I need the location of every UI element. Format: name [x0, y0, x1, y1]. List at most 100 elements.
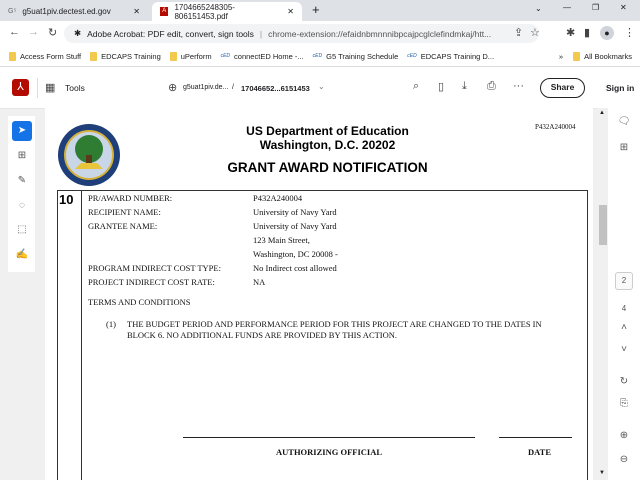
text-recognition-tool-icon[interactable]: ⬚	[12, 220, 32, 240]
date-line	[499, 437, 572, 438]
pen-tool-icon[interactable]: ✎	[12, 171, 32, 191]
address-bar[interactable]: ✱ Adobe Acrobat: PDF edit, convert, sign…	[64, 24, 539, 43]
share-button[interactable]: Share	[540, 78, 585, 98]
bookmark-uperform[interactable]: uPerform	[169, 51, 212, 61]
globe-icon: ⊕	[168, 82, 178, 94]
scrollbar-thumb[interactable]	[599, 205, 607, 245]
folder-icon	[90, 51, 98, 61]
current-page-input[interactable]: 2	[615, 272, 633, 290]
bookmarks-overflow-button[interactable]: »	[559, 52, 563, 61]
field-value: No Indirect cost allowed	[253, 263, 337, 273]
rotate-icon[interactable]: ↻	[608, 376, 640, 387]
tool-rail: ➤ ⊞ ✎ ◌ ⬚ ✍	[8, 116, 35, 272]
file-name[interactable]: 17046652...6151453	[241, 84, 310, 93]
side-panel-icon[interactable]: ▮	[584, 26, 590, 39]
comments-panel-icon[interactable]: 🗨	[608, 116, 640, 127]
sign-in-button[interactable]: Sign in	[606, 83, 634, 93]
browser-toolbar: ← → ↻ ✱ Adobe Acrobat: PDF edit, convert…	[0, 21, 640, 46]
acrobat-logo[interactable]: ⅄	[12, 79, 29, 96]
minimize-button[interactable]: —	[563, 3, 571, 12]
sign-tool-icon[interactable]: ✍	[12, 245, 32, 265]
tab-pdf[interactable]: A 1704665248305-806151453.pdf ✕	[152, 2, 302, 21]
term-number: (1)	[106, 319, 116, 329]
signature-line	[183, 437, 475, 438]
field-value: P432A240004	[253, 193, 303, 203]
ced-icon: cED	[312, 53, 323, 59]
page-fit-icon[interactable]: ⎘	[608, 398, 640, 409]
close-tab-icon[interactable]: ✕	[133, 7, 140, 16]
previous-page-icon[interactable]: ˄	[608, 322, 640, 333]
pdf-icon: A	[160, 7, 169, 16]
bookmark-edcaps-training[interactable]: EDCAPS Training	[90, 51, 161, 61]
field-value: Washington, DC 20008 -	[253, 249, 338, 259]
title-line-2: Washington, D.C. 20202	[259, 138, 396, 152]
close-window-button[interactable]: ✕	[620, 3, 627, 12]
ced-icon: cED	[220, 53, 231, 59]
zoom-in-icon[interactable]: ⊕	[608, 430, 640, 441]
bookmarks-bar: Access Form Stuff EDCAPS Training uPerfo…	[0, 46, 640, 67]
tab-g5[interactable]: G⁵ g5uat1piv.dectest.ed.gov ✕	[0, 2, 148, 21]
divider	[37, 78, 38, 98]
folder-icon	[9, 51, 16, 61]
menu-icon[interactable]: ⋮	[624, 26, 635, 39]
tools-icon[interactable]: ▦	[45, 81, 55, 94]
field-label: RECIPIENT NAME:	[88, 207, 161, 217]
more-icon[interactable]: ···	[513, 80, 524, 92]
forward-icon[interactable]: →	[28, 26, 39, 38]
search-icon[interactable]: ⌕	[413, 80, 419, 93]
tab-search-icon[interactable]: ⌄	[535, 4, 542, 13]
vertical-scrollbar[interactable]	[597, 108, 608, 480]
date-label: DATE	[528, 447, 551, 457]
ced-icon: cED	[407, 53, 417, 59]
field-label: PR/AWARD NUMBER:	[88, 193, 173, 203]
select-tool-icon[interactable]: ➤	[12, 121, 32, 141]
bookmark-g5-training-schedule[interactable]: cED G5 Training Schedule	[313, 52, 399, 61]
next-page-icon[interactable]: ˅	[608, 344, 640, 355]
signature-label: AUTHORIZING OFFICIAL	[276, 447, 383, 457]
back-icon[interactable]: ←	[9, 26, 20, 38]
scroll-down-arrow[interactable]: ▼	[599, 470, 605, 476]
field-value: NA	[253, 277, 266, 287]
scroll-up-arrow[interactable]: ▲	[599, 110, 605, 116]
field-value: University of Navy Yard	[253, 207, 337, 217]
field-label: GRANTEE NAME:	[88, 221, 158, 231]
extension-icon: ✱	[74, 28, 82, 38]
file-site: g5uat1piv.de...	[183, 84, 229, 91]
right-rail: 🗨 ⊞ 2 4 ˄ ˅ ↻ ⎘ ⊕ ⊖	[608, 108, 640, 480]
lasso-tool-icon[interactable]: ◌	[12, 196, 32, 216]
block-number: 10	[59, 192, 74, 207]
field-value: 123 Main Street,	[253, 235, 310, 245]
share-page-icon[interactable]: ⇪	[514, 26, 523, 39]
restore-button[interactable]: ❐	[592, 3, 599, 12]
extensions-icon[interactable]: ✱	[566, 26, 575, 39]
download-icon[interactable]: ⤓	[462, 80, 467, 93]
bookmark-access-form-stuff[interactable]: Access Form Stuff	[9, 51, 81, 61]
doc-title: US Department of Education Washington, D…	[120, 124, 535, 152]
close-tab-icon[interactable]: ✕	[287, 7, 294, 16]
bookmark-star-icon[interactable]: ☆	[530, 26, 540, 39]
tab-bar: G⁵ g5uat1piv.dectest.ed.gov ✕ A 17046652…	[0, 0, 640, 21]
block-number-column	[57, 190, 82, 480]
doc-heading: GRANT AWARD NOTIFICATION	[227, 160, 428, 175]
pages-icon[interactable]: ▯	[438, 80, 444, 93]
bookmark-connected-home[interactable]: cED connectED Home -...	[221, 52, 304, 61]
education-seal	[58, 124, 120, 186]
reload-icon[interactable]: ↻	[48, 26, 57, 39]
bookmark-edcaps-training-d[interactable]: cED EDCAPS Training D...	[407, 52, 494, 61]
terms-heading: TERMS AND CONDITIONS	[88, 297, 191, 307]
field-label: PROJECT INDIRECT COST RATE:	[88, 277, 215, 287]
profile-avatar[interactable]: ●	[600, 26, 614, 40]
comment-tool-icon[interactable]: ⊞	[12, 146, 32, 166]
thumbnails-icon[interactable]: ⊞	[608, 142, 640, 153]
chevron-down-icon[interactable]: ⌄	[318, 82, 325, 91]
new-tab-button[interactable]: +	[312, 2, 320, 17]
field-value: University of Navy Yard	[253, 221, 337, 231]
print-icon[interactable]: ⎙	[487, 80, 496, 93]
total-pages: 4	[621, 304, 627, 313]
all-bookmarks[interactable]: All Bookmarks	[573, 51, 632, 61]
doc-reference: P432A240004	[535, 123, 576, 131]
tools-label[interactable]: Tools	[65, 83, 85, 93]
folder-icon	[169, 51, 177, 61]
path-separator: /	[232, 84, 234, 91]
zoom-out-icon[interactable]: ⊖	[608, 454, 640, 465]
